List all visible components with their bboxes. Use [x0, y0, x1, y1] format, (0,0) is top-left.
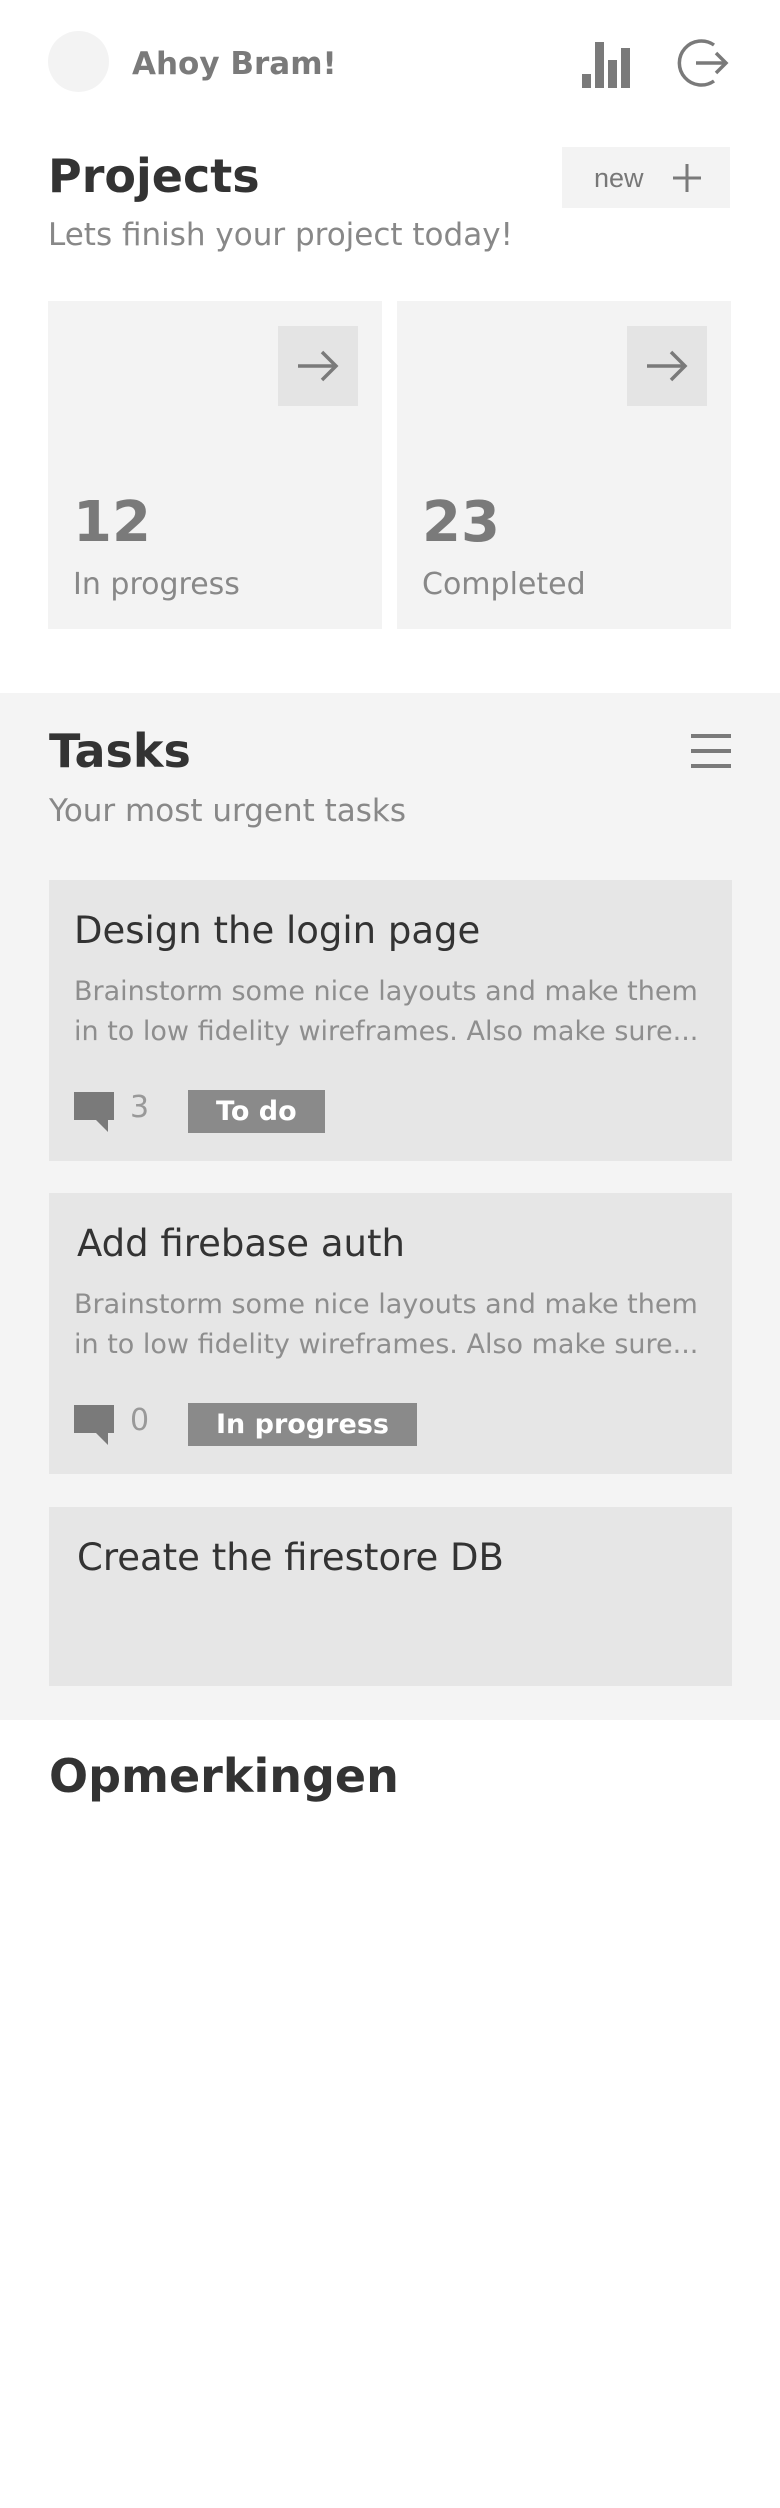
projects-title: Projects [48, 149, 260, 203]
task-description: Brainstorm some nice layouts and make th… [74, 976, 699, 1047]
comment-count: 3 [130, 1090, 150, 1125]
projects-subtitle: Lets finish your project today! [48, 217, 513, 253]
status-badge: In progress [188, 1403, 417, 1446]
tasks-subtitle: Your most urgent tasks [49, 793, 407, 829]
task-title: Add firebase auth [77, 1222, 405, 1265]
completed-label: Completed [422, 567, 586, 602]
bar-chart-icon[interactable] [582, 36, 632, 88]
status-badge: To do [188, 1090, 325, 1133]
menu-icon[interactable] [690, 733, 732, 769]
task-card[interactable]: Design the login page Brainstorm some ni… [49, 880, 732, 1161]
completed-count: 23 [422, 490, 500, 555]
comment-count: 0 [130, 1403, 150, 1438]
tasks-section: Tasks Your most urgent tasks Design the … [0, 693, 780, 1720]
open-in-progress-button[interactable] [278, 326, 358, 406]
new-project-button[interactable]: new [562, 147, 730, 208]
notes-title: Opmerkingen [49, 1749, 399, 1803]
app-header: Ahoy Bram! [0, 0, 780, 128]
arrow-right-icon [298, 350, 339, 382]
open-completed-button[interactable] [627, 326, 707, 406]
project-card-completed[interactable]: 23 Completed [397, 301, 731, 629]
task-title: Create the firestore DB [77, 1536, 504, 1579]
plus-icon [671, 162, 703, 194]
task-description: Brainstorm some nice layouts and make th… [74, 1289, 699, 1360]
logout-icon[interactable] [676, 36, 730, 90]
task-card[interactable]: Add firebase auth Brainstorm some nice l… [49, 1193, 732, 1474]
comment-icon [74, 1405, 114, 1445]
project-card-in-progress[interactable]: 12 In progress [48, 301, 382, 629]
comment-icon [74, 1092, 114, 1132]
arrow-right-icon [647, 350, 688, 382]
in-progress-count: 12 [73, 490, 151, 555]
task-title: Design the login page [74, 909, 481, 952]
tasks-title: Tasks [49, 724, 191, 778]
task-card[interactable]: Create the firestore DB [49, 1507, 732, 1686]
greeting-text: Ahoy Bram! [132, 46, 337, 82]
in-progress-label: In progress [73, 567, 240, 602]
new-button-label: new [594, 163, 644, 193]
avatar[interactable] [48, 31, 109, 92]
